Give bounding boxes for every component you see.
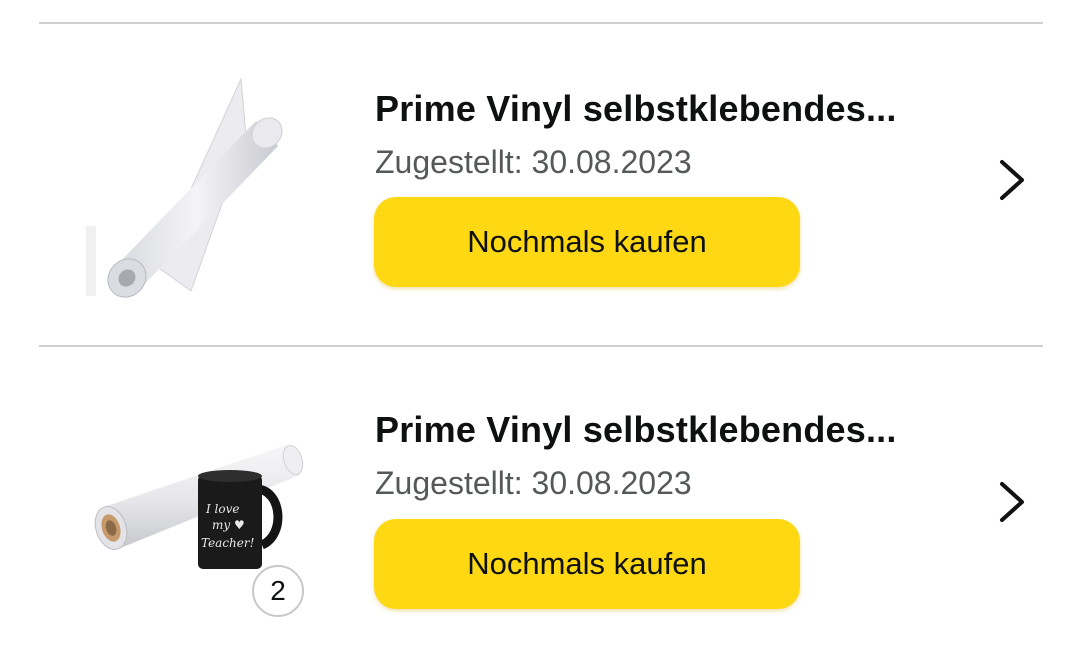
product-title[interactable]: Prime Vinyl selbstklebendes... [375, 409, 935, 451]
order-item[interactable]: Prime Vinyl selbstklebendes... Zugestell… [0, 24, 1080, 344]
chevron-right-icon[interactable] [992, 155, 1032, 205]
order-history-list: Prime Vinyl selbstklebendes... Zugestell… [0, 0, 1080, 665]
chevron-right-icon[interactable] [992, 477, 1032, 527]
svg-text:Teacher!: Teacher! [201, 536, 255, 550]
delivery-status: Zugestellt: 30.08.2023 [375, 144, 692, 180]
order-item[interactable]: I love my ♥ Teacher! 2 Prime Vinyl selbs… [0, 347, 1080, 665]
quantity-badge: 2 [252, 565, 304, 617]
product-title[interactable]: Prime Vinyl selbstklebendes... [375, 88, 935, 130]
svg-text:I love: I love [205, 502, 240, 516]
buy-again-button[interactable]: Nochmals kaufen [374, 197, 800, 287]
product-thumbnail[interactable] [86, 76, 308, 298]
delivery-status: Zugestellt: 30.08.2023 [375, 465, 692, 501]
buy-again-button[interactable]: Nochmals kaufen [374, 519, 800, 609]
svg-text:my ♥: my ♥ [212, 518, 245, 532]
